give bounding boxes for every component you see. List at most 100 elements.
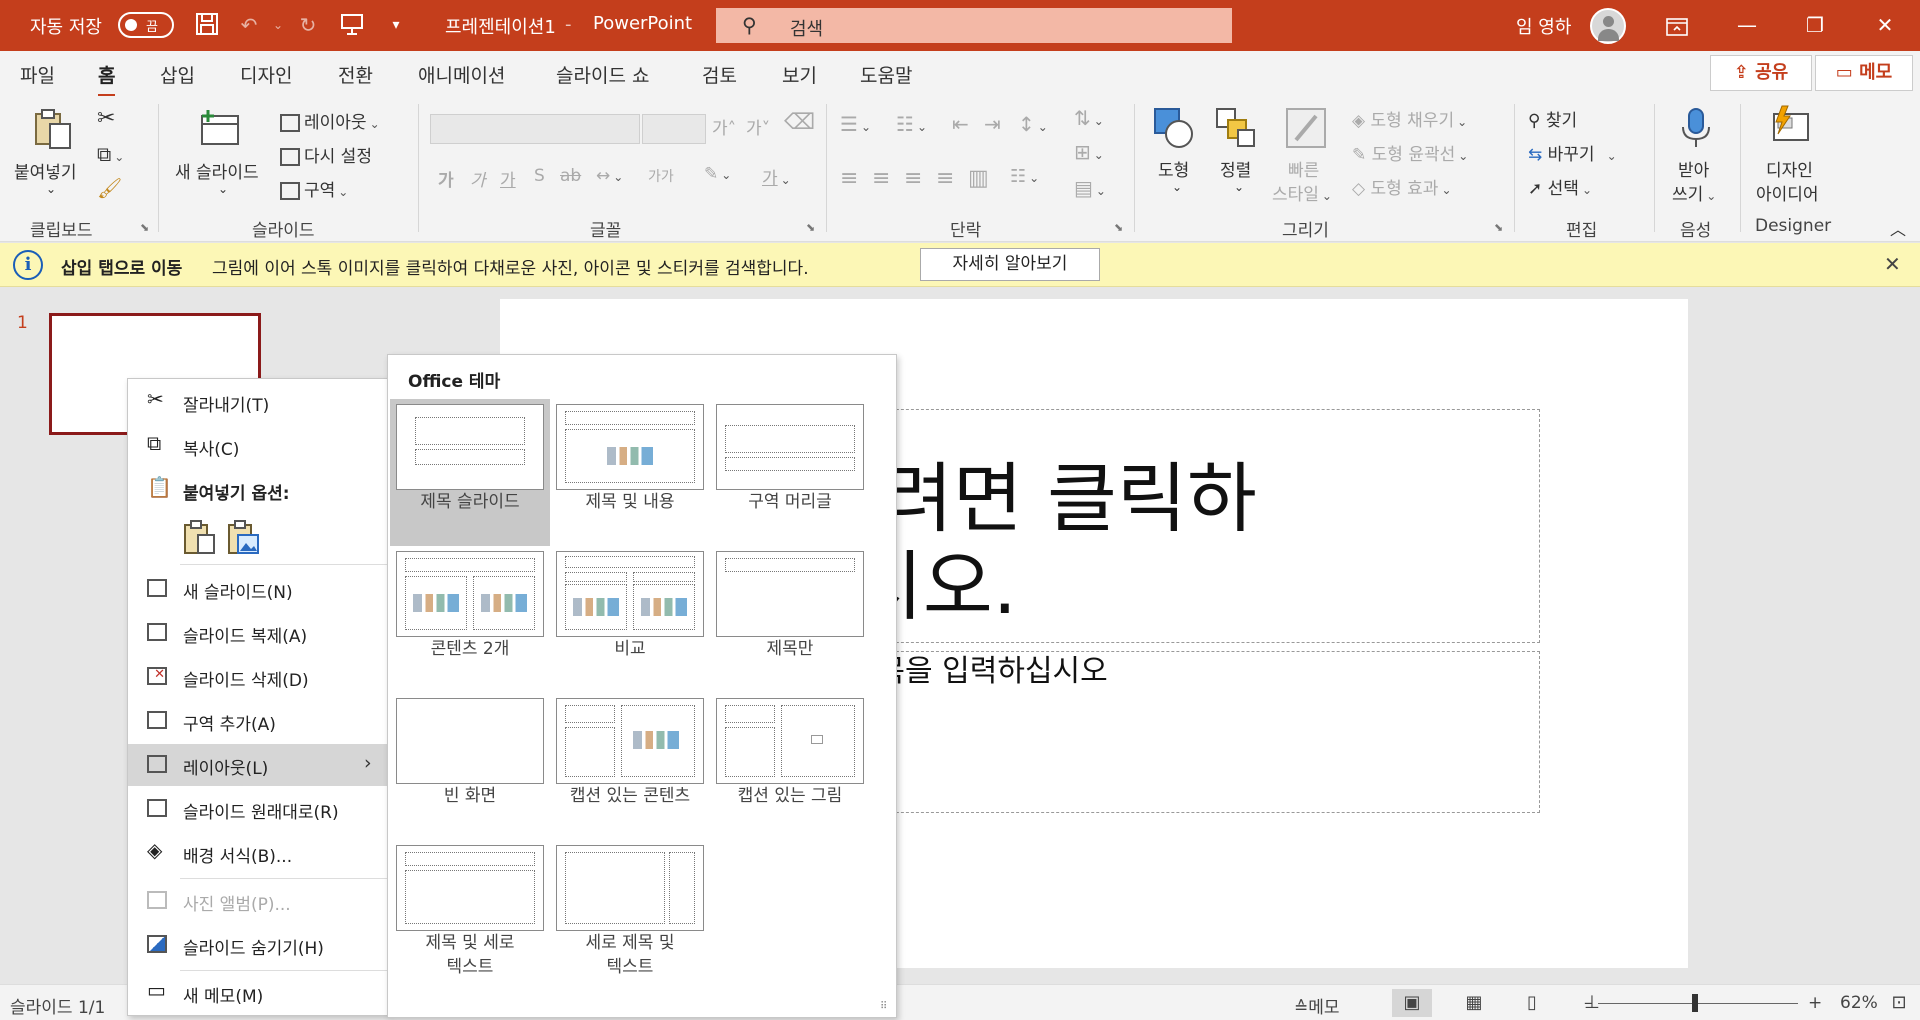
layout-comparison[interactable]: 비교 xyxy=(550,546,710,693)
menu-item-copy[interactable]: ⧉ 복사(C) xyxy=(128,425,388,467)
tab-file[interactable]: 파일 xyxy=(20,61,55,88)
start-slideshow-icon[interactable] xyxy=(338,11,366,39)
new-slide-icon[interactable] xyxy=(198,108,242,152)
quick-styles-label-1[interactable]: 빠른 xyxy=(1288,156,1319,181)
microphone-icon[interactable] xyxy=(1674,106,1718,150)
copy-icon[interactable]: ⧉ ⌄ xyxy=(97,142,124,166)
menu-item-delete-slide[interactable]: ✕ 슬라이드 삭제(D) xyxy=(128,656,388,698)
layout-two-content[interactable]: 콘텐츠 2개 xyxy=(390,546,550,693)
replace-button[interactable]: ⇆ 바꾸기 ⌄ xyxy=(1528,140,1617,165)
menu-item-hide-slide[interactable]: 슬라이드 숨기기(H) xyxy=(128,924,388,966)
drawing-launcher-icon[interactable]: ⬊ xyxy=(1494,221,1503,234)
tab-design[interactable]: 디자인 xyxy=(240,61,292,88)
zoom-slider-track[interactable] xyxy=(1598,1003,1798,1004)
learn-more-button[interactable]: 자세히 알아보기 xyxy=(920,248,1100,281)
shapes-icon[interactable] xyxy=(1152,106,1196,150)
zoom-slider-thumb[interactable] xyxy=(1692,994,1698,1012)
bullets-icon[interactable]: ☰ ⌄ xyxy=(840,112,871,136)
zoom-level[interactable]: 62% xyxy=(1840,993,1878,1013)
char-spacing-icon[interactable]: ↔ ⌄ xyxy=(596,166,623,186)
shape-outline-button[interactable]: ✎ 도형 윤곽선 ⌄ xyxy=(1352,140,1468,165)
section-button[interactable]: 구역 ⌄ xyxy=(280,176,348,201)
paste-use-destination-theme-icon[interactable] xyxy=(182,519,216,555)
increase-indent-icon[interactable]: ⇥ xyxy=(984,112,1001,136)
align-center-icon[interactable]: ≡ xyxy=(872,166,890,191)
tab-review[interactable]: 검토 xyxy=(702,61,737,88)
tab-help[interactable]: 도움말 xyxy=(860,61,912,88)
close-info-bar-icon[interactable]: ✕ xyxy=(1884,252,1901,276)
clipboard-launcher-icon[interactable]: ⬊ xyxy=(140,221,149,234)
share-button[interactable]: ⇪ 공유 xyxy=(1710,55,1812,91)
undo-dropdown-icon[interactable]: ⌄ xyxy=(264,11,292,39)
design-ideas-label-2[interactable]: 아이디어 xyxy=(1756,180,1819,205)
fit-to-window-icon[interactable]: ⊡ xyxy=(1882,989,1916,1017)
tab-view[interactable]: 보기 xyxy=(782,61,817,88)
slide-sorter-icon[interactable]: ▦ xyxy=(1454,989,1494,1017)
text-direction-icon[interactable]: ⇅ ⌄ xyxy=(1074,106,1104,130)
arrange-dropdown-icon[interactable]: ⌄ xyxy=(1234,180,1244,194)
layout-content-with-caption[interactable]: 캡션 있는 콘텐츠 xyxy=(550,693,710,840)
tab-home[interactable]: 홈 xyxy=(98,61,116,97)
clear-format-icon[interactable]: ⌫ xyxy=(784,110,815,135)
align-text-icon[interactable]: ⊞ ⌄ xyxy=(1074,140,1104,164)
layout-title-and-vertical-text[interactable]: 제목 및 세로 텍스트 xyxy=(390,840,550,987)
save-icon[interactable] xyxy=(193,11,221,39)
new-slide-label[interactable]: 새 슬라이드 xyxy=(175,158,259,183)
strikethrough-button[interactable]: ab xyxy=(560,166,581,186)
font-launcher-icon[interactable]: ⬊ xyxy=(806,221,815,234)
zoom-out-icon[interactable]: – xyxy=(1584,993,1593,1013)
tab-transitions[interactable]: 전환 xyxy=(338,61,373,88)
bold-button[interactable]: 가 xyxy=(438,166,454,191)
italic-button[interactable]: 가 xyxy=(470,166,486,191)
shadow-button[interactable]: S xyxy=(534,166,545,186)
columns-icon[interactable]: ☷ ⌄ xyxy=(1010,166,1039,187)
justify-icon[interactable]: ≡ xyxy=(936,166,954,191)
layout-title-only[interactable]: 제목만 xyxy=(710,546,870,693)
layout-title-slide[interactable]: 제목 슬라이드 xyxy=(390,399,550,546)
paragraph-launcher-icon[interactable]: ⬊ xyxy=(1114,221,1123,234)
font-color-button[interactable]: 가 ⌄ xyxy=(762,164,791,189)
line-spacing-icon[interactable]: ↕ ⌄ xyxy=(1018,112,1048,136)
underline-button[interactable]: 가 xyxy=(500,166,516,191)
layout-title-and-content[interactable]: 제목 및 내용 xyxy=(550,399,710,546)
distribute-icon[interactable]: ▥ xyxy=(968,166,989,191)
menu-item-duplicate-slide[interactable]: 슬라이드 복제(A) xyxy=(128,612,388,654)
design-ideas-label-1[interactable]: 디자인 xyxy=(1766,156,1813,181)
close-icon[interactable]: ✕ xyxy=(1856,0,1914,51)
zoom-in-icon[interactable]: + xyxy=(1808,993,1822,1013)
tab-insert[interactable]: 삽입 xyxy=(160,61,195,88)
autosave-toggle[interactable]: 끔 xyxy=(118,12,174,38)
tab-animations[interactable]: 애니메이션 xyxy=(418,61,505,88)
dictate-label-2[interactable]: 쓰기 ⌄ xyxy=(1672,180,1716,205)
quick-styles-icon[interactable] xyxy=(1284,106,1328,150)
menu-item-reset-slide[interactable]: 슬라이드 원래대로(R) xyxy=(128,788,388,830)
arrange-label[interactable]: 정렬 xyxy=(1220,156,1251,181)
menu-item-add-section[interactable]: 구역 추가(A) xyxy=(128,700,388,742)
shapes-dropdown-icon[interactable]: ⌄ xyxy=(1172,180,1182,194)
customize-toolbar-icon[interactable]: ▾ xyxy=(382,11,410,39)
restore-icon[interactable]: ❐ xyxy=(1786,0,1844,51)
align-right-icon[interactable]: ≡ xyxy=(904,166,922,191)
search-box[interactable]: ⚲ 검색 xyxy=(716,8,1232,43)
change-case-button[interactable]: 가가 xyxy=(648,166,674,186)
layout-picture-with-caption[interactable]: 캡션 있는 그림 xyxy=(710,693,870,840)
layout-section-header[interactable]: 구역 머리글 xyxy=(710,399,870,546)
new-slide-dropdown-icon[interactable]: ⌄ xyxy=(218,182,228,196)
menu-item-cut[interactable]: ✂ 잘라내기(T) xyxy=(128,381,388,423)
paste-as-picture-icon[interactable] xyxy=(226,519,260,555)
find-button[interactable]: ⚲ 찾기 xyxy=(1528,106,1577,131)
collapse-ribbon-icon[interactable]: ︿ xyxy=(1890,216,1906,240)
shapes-label[interactable]: 도형 xyxy=(1158,156,1189,181)
minimize-icon[interactable]: — xyxy=(1718,0,1776,51)
comments-button[interactable]: ▭ 메모 xyxy=(1815,55,1913,91)
menu-item-new-slide[interactable]: 새 슬라이드(N) xyxy=(128,568,388,610)
normal-view-icon[interactable]: ▣ xyxy=(1392,989,1432,1017)
font-size-combo[interactable] xyxy=(642,114,706,144)
paste-label[interactable]: 붙여넣기 xyxy=(14,158,77,183)
notes-button[interactable]: ≙메모 xyxy=(1294,993,1340,1018)
reset-button[interactable]: 다시 설정 xyxy=(280,142,372,167)
layout-button[interactable]: 레이아웃 ⌄ xyxy=(280,108,380,133)
layout-blank[interactable]: 빈 화면 xyxy=(390,693,550,840)
grow-font-button[interactable]: 가˄ xyxy=(712,114,736,139)
decrease-indent-icon[interactable]: ⇤ xyxy=(952,112,969,136)
